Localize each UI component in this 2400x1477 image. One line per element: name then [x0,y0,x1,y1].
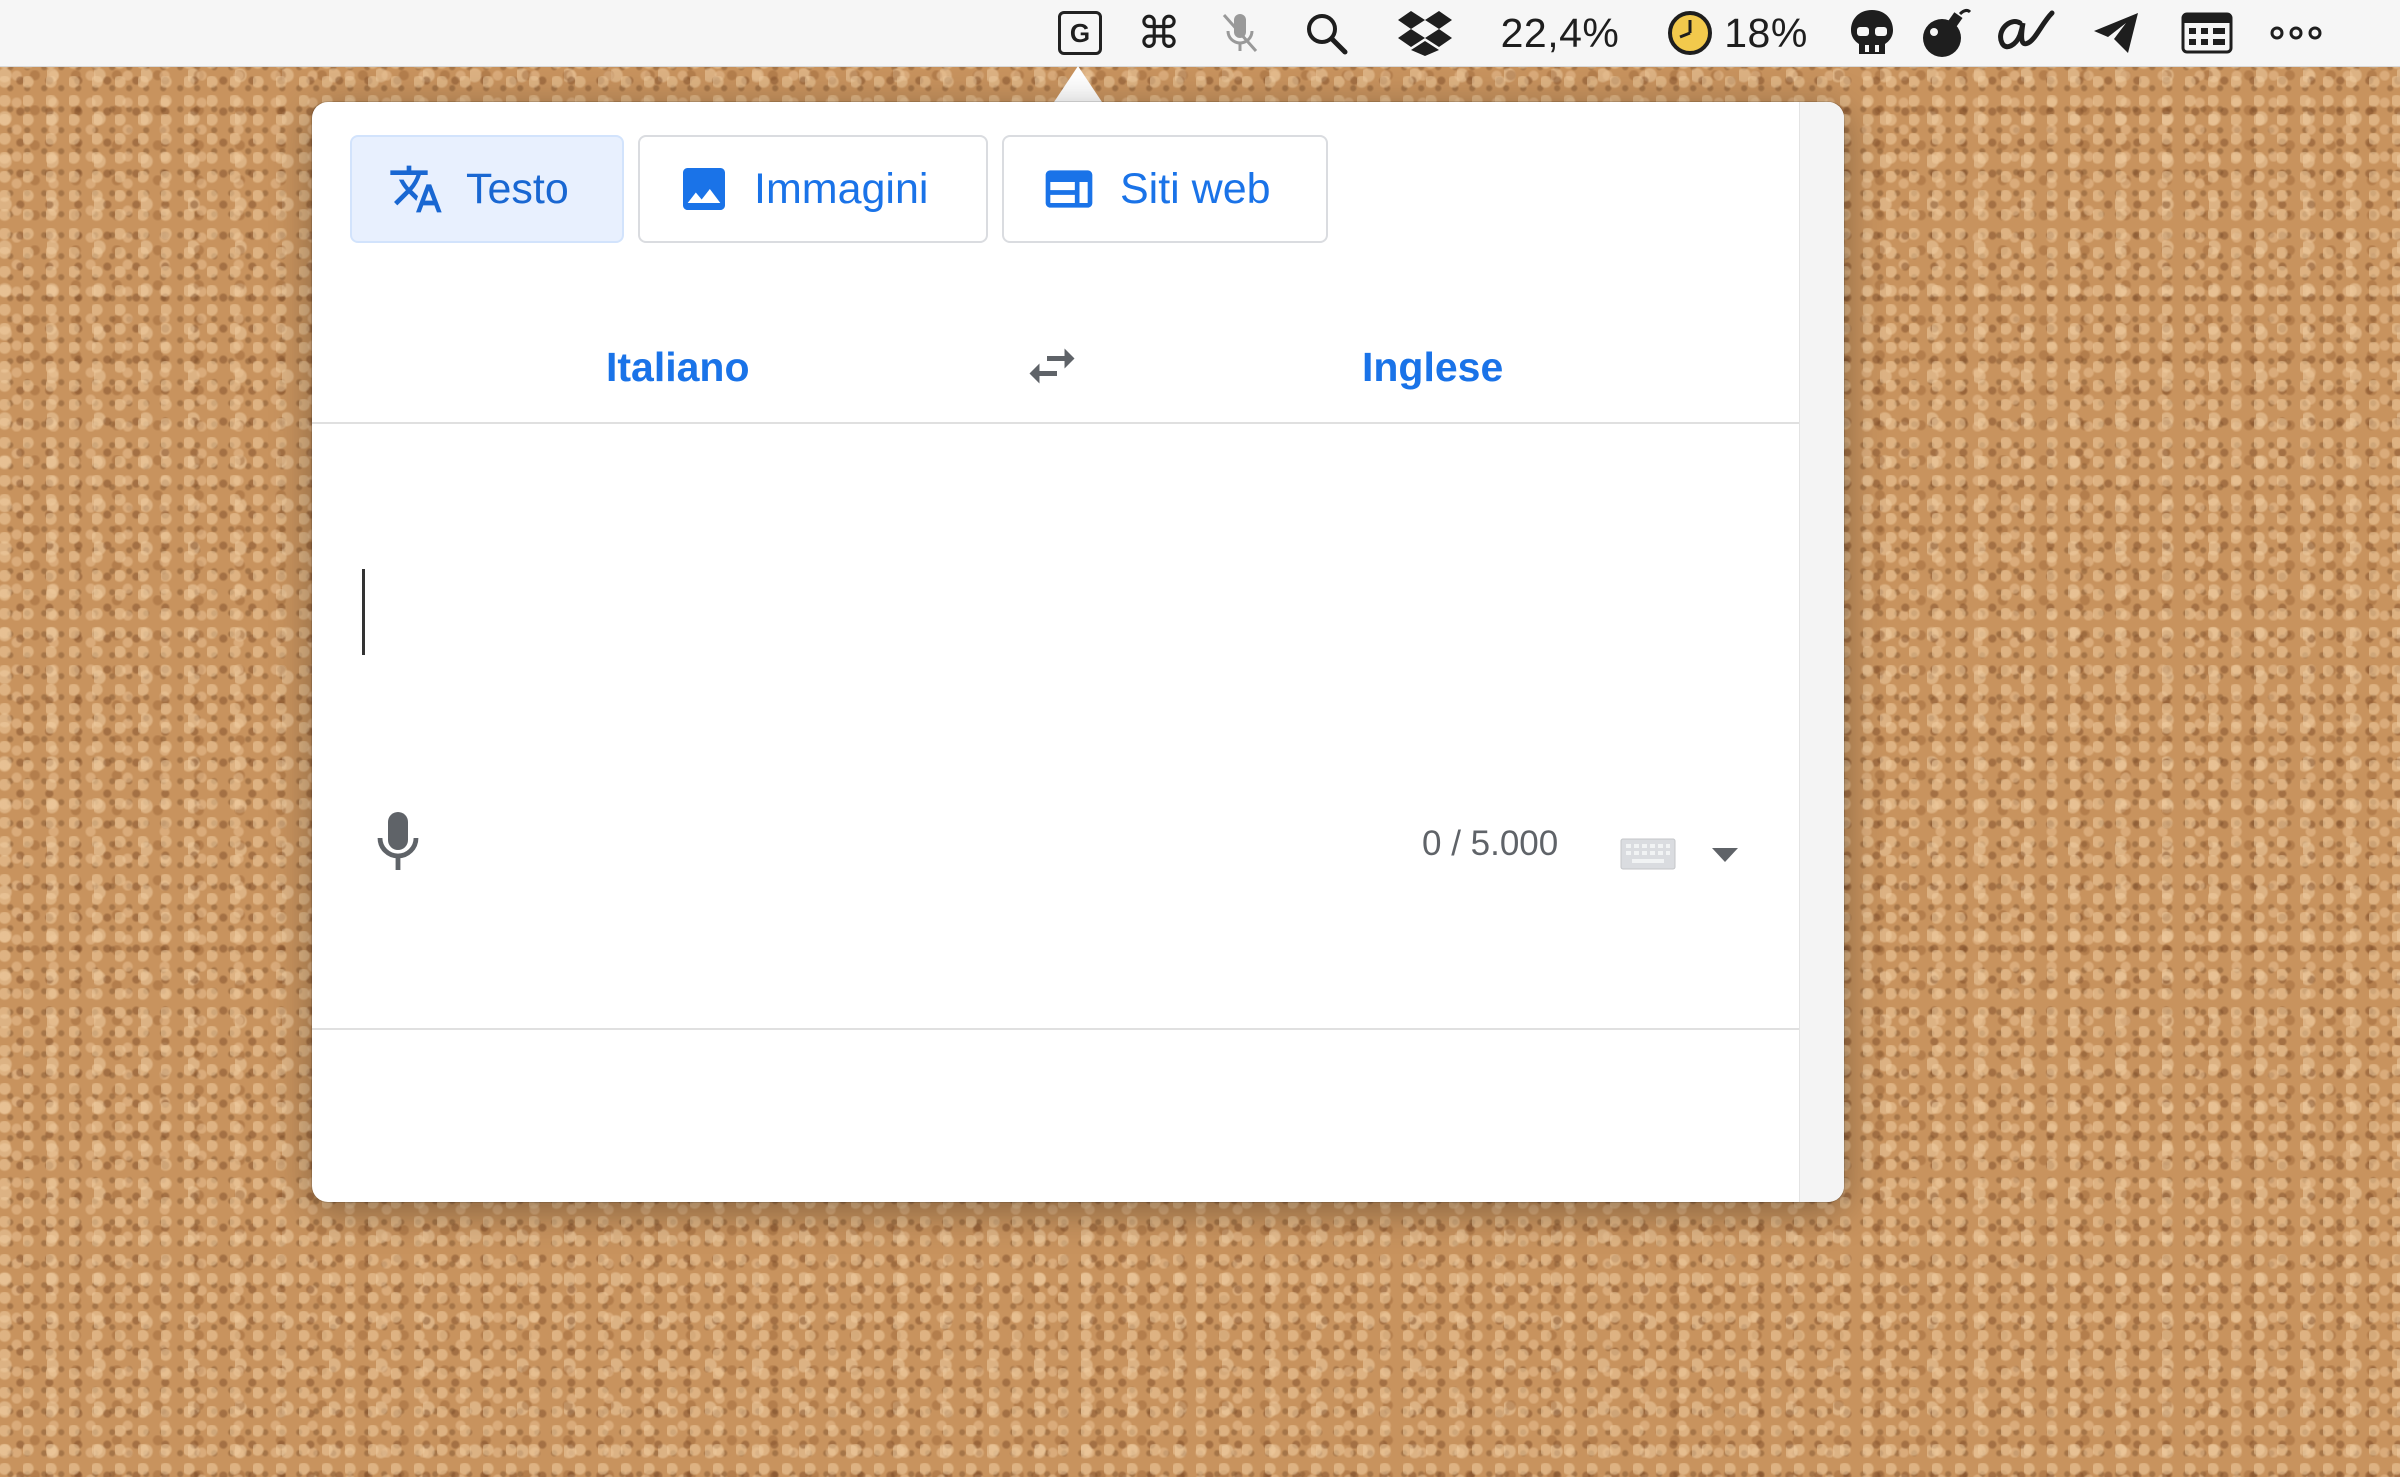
timer-percent-text: 18% [1724,9,1808,56]
microphone-icon[interactable] [374,810,422,874]
keyboard-dropdown-arrow-icon[interactable] [1712,848,1738,862]
mode-text-button[interactable]: Testo [350,135,624,243]
swap-languages-icon[interactable] [1022,336,1082,396]
google-translate-icon[interactable]: G [1050,0,1110,66]
keyboard-grid-icon[interactable] [2176,0,2238,66]
mode-images-label: Immagini [754,164,929,213]
image-icon [683,168,725,210]
timer-status[interactable]: 18% [1662,0,1812,66]
website-icon [1045,170,1093,208]
source-text-input[interactable]: 0 / 5.000 [312,424,1800,1028]
popover-scrollbar[interactable] [1799,102,1844,1202]
bomb-icon-svg [1923,8,1972,57]
translation-output-area [312,1030,1800,1202]
keyboard-grid-icon-svg [2181,12,2233,54]
mode-tabs: Testo Immagini Siti web [350,135,1328,243]
cpu-readout[interactable]: 22,4% [1494,0,1626,66]
dropbox-icon-svg [1398,11,1452,56]
telegram-icon-svg [2094,13,2138,53]
mode-images-button[interactable]: Immagini [638,135,988,243]
more-icon-svg [2270,26,2322,40]
bomb-icon[interactable] [1916,0,1976,66]
mode-websites-label: Siti web [1120,164,1271,213]
signature-icon[interactable] [1988,0,2058,66]
target-language-label: Inglese [1362,343,1504,390]
translate-icon [390,165,442,213]
google-translate-icon-glyph: G [1058,11,1102,55]
skull-icon[interactable] [1842,0,1902,66]
command-glyph: ⌘ [1137,8,1181,58]
search-icon-svg [1307,14,1348,55]
dropbox-icon[interactable] [1392,0,1458,66]
command-icon[interactable]: ⌘ [1128,0,1190,66]
character-counter: 0 / 5.000 [1422,824,1559,863]
translate-popover: Testo Immagini Siti web Italiano Inglese [312,102,1844,1202]
mic-muted-icon-svg [1222,14,1258,52]
signature-icon-svg [1998,10,2055,50]
popover-arrow [1054,66,1102,102]
target-language-button[interactable]: Inglese [1362,312,1503,422]
mode-websites-button[interactable]: Siti web [1002,135,1328,243]
mode-text-label: Testo [466,164,569,213]
keyboard-icon[interactable] [1620,838,1676,870]
timer-icon [1668,11,1713,55]
search-icon[interactable] [1296,0,1356,66]
source-language-label: Italiano [606,343,750,390]
menu-bar: G ⌘ 22,4% 18% [0,0,2400,67]
language-selector-row: Italiano Inglese [312,312,1800,422]
cpu-percent-text: 22,4% [1500,9,1620,56]
more-icon[interactable] [2266,0,2326,66]
source-language-button[interactable]: Italiano [606,312,750,422]
telegram-icon[interactable] [2086,0,2146,66]
text-caret [362,569,365,655]
mic-muted-icon[interactable] [1210,0,1270,66]
skull-icon-svg [1851,10,1893,54]
